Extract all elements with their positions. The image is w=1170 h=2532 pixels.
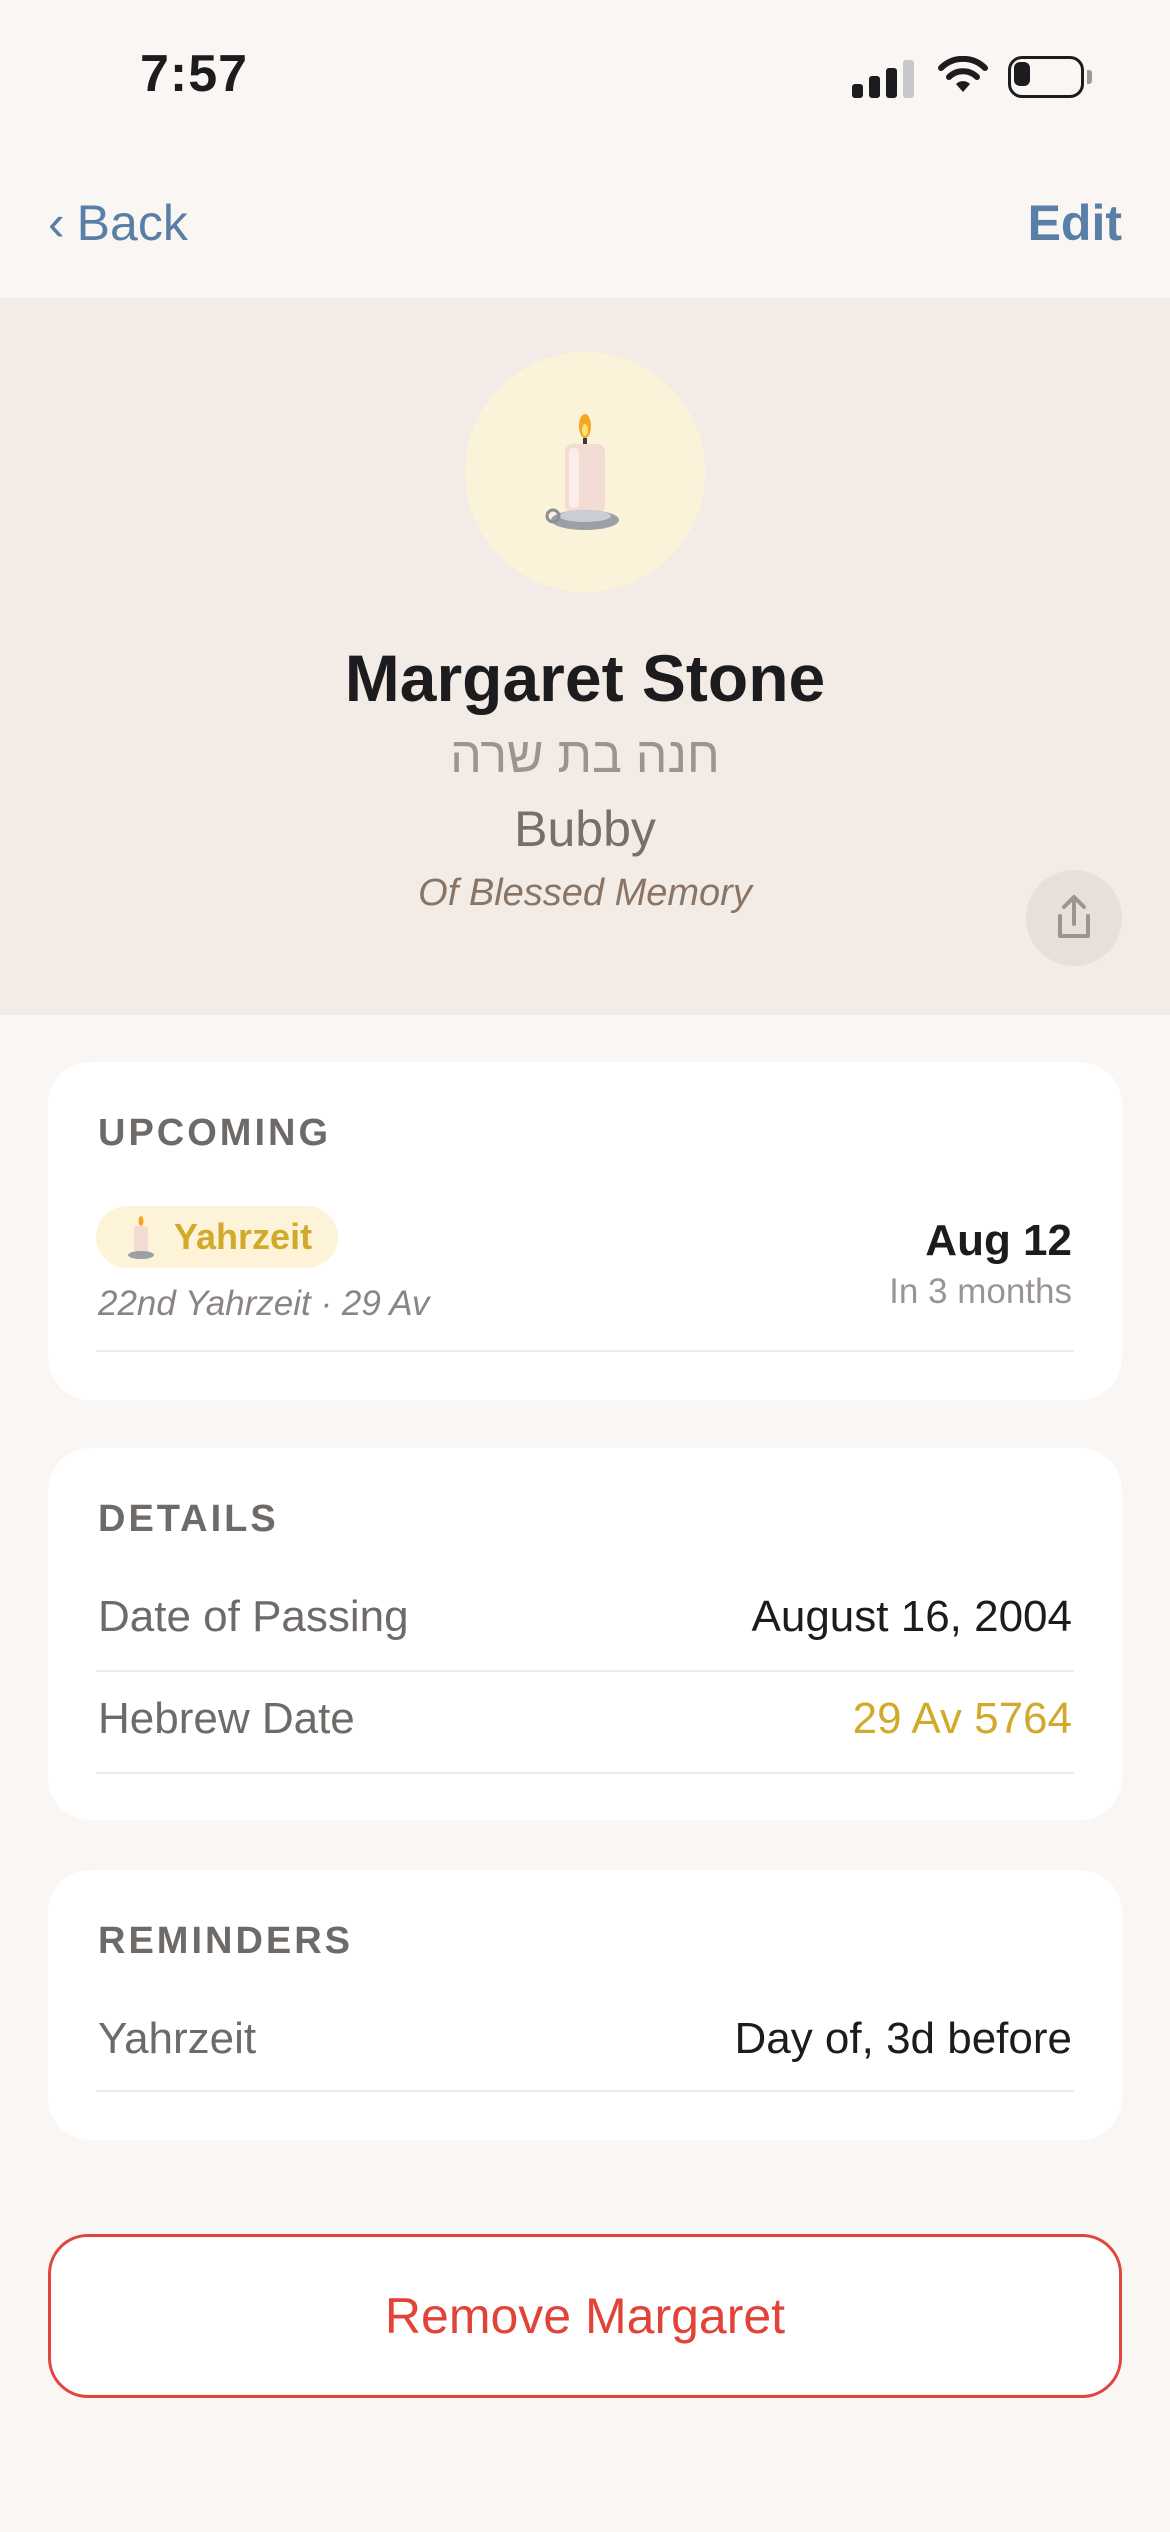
hebrew-date-label: Hebrew Date bbox=[98, 1694, 355, 1743]
divider bbox=[96, 2090, 1074, 2092]
upcoming-date: Aug 12 bbox=[925, 1216, 1072, 1265]
details-title: DETAILS bbox=[98, 1498, 279, 1540]
hebrew-name: חנה בת שרה bbox=[450, 727, 720, 783]
upcoming-subtitle: 22nd Yahrzeit · 29 Av bbox=[98, 1284, 430, 1323]
chevron-left-icon: ‹ bbox=[48, 195, 65, 251]
cellular-signal-icon bbox=[852, 58, 916, 98]
date-of-passing-label: Date of Passing bbox=[98, 1592, 409, 1641]
date-of-passing-value: August 16, 2004 bbox=[751, 1592, 1072, 1641]
person-name: Margaret Stone bbox=[344, 641, 826, 715]
memorial-text: Of Blessed Memory bbox=[418, 872, 752, 914]
share-icon bbox=[1058, 895, 1090, 938]
divider bbox=[96, 1772, 1074, 1774]
divider bbox=[96, 1350, 1074, 1352]
status-bar: 7:57 bbox=[0, 0, 1170, 150]
divider bbox=[96, 1670, 1074, 1672]
reminders-card: REMINDERS Yahrzeit Day of, 3d before bbox=[48, 1870, 1122, 2140]
yahrzeit-badge-label: Yahrzeit bbox=[174, 1216, 313, 1257]
hebrew-date-value: 29 Av 5764 bbox=[852, 1694, 1072, 1743]
navigation-bar: ‹ Back Edit bbox=[0, 150, 1170, 298]
yahrzeit-badge[interactable]: Yahrzeit bbox=[96, 1206, 339, 1268]
upcoming-card: UPCOMING Yahrzeit 22nd Yahrzeit · 29 Av … bbox=[48, 1062, 1122, 1400]
battery-icon bbox=[1008, 56, 1092, 98]
upcoming-relative-time: In 3 months bbox=[889, 1272, 1072, 1311]
edit-button[interactable]: Edit bbox=[1028, 194, 1122, 252]
reminder-yahrzeit-label: Yahrzeit bbox=[98, 2014, 257, 2063]
profile-header: Margaret Stone חנה בת שרה Bubby Of Bless… bbox=[0, 298, 1170, 1015]
status-time: 7:57 bbox=[140, 45, 249, 103]
share-button[interactable] bbox=[1026, 870, 1122, 966]
avatar bbox=[465, 352, 705, 592]
upcoming-title: UPCOMING bbox=[98, 1112, 331, 1154]
back-label: Back bbox=[76, 195, 188, 251]
candle-icon bbox=[545, 414, 619, 530]
details-card: DETAILS Date of Passing August 16, 2004 … bbox=[48, 1448, 1122, 1820]
candle-icon bbox=[128, 1216, 154, 1259]
nickname: Bubby bbox=[514, 801, 656, 857]
remove-person-button[interactable]: Remove Margaret bbox=[48, 2234, 1122, 2398]
reminder-yahrzeit-value[interactable]: Day of, 3d before bbox=[734, 2014, 1072, 2064]
wifi-icon bbox=[936, 55, 990, 96]
reminders-title: REMINDERS bbox=[98, 1920, 354, 1962]
back-button[interactable]: ‹ Back bbox=[48, 194, 188, 252]
